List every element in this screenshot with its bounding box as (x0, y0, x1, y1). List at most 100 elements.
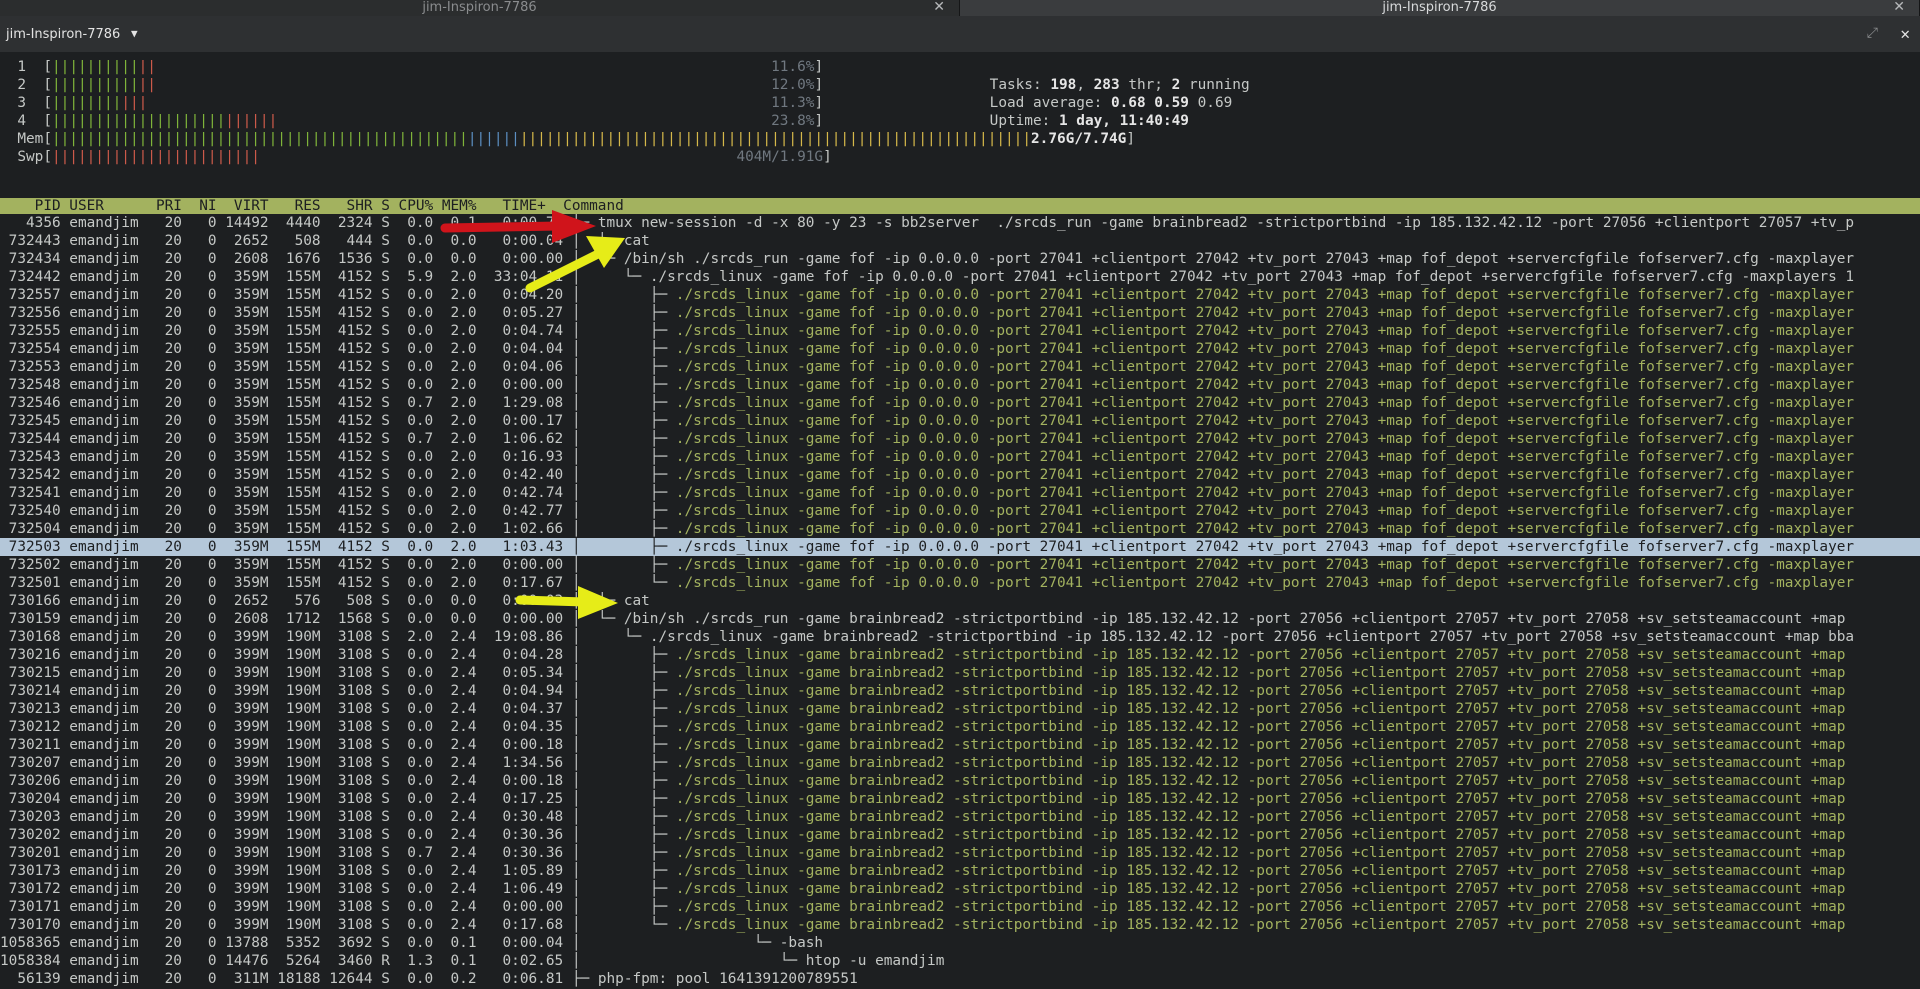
process-row[interactable]: 1058384 emandjim 20 0 14476 5264 3460 R … (0, 952, 1920, 970)
chevron-down-icon[interactable]: ▼ (131, 27, 138, 40)
process-row[interactable]: 732557 emandjim 20 0 359M 155M 4152 S 0.… (0, 286, 1920, 304)
close-tab-2-icon[interactable]: ✕ (1893, 0, 1905, 15)
process-row[interactable]: 730204 emandjim 20 0 399M 190M 3108 S 0.… (0, 790, 1920, 808)
process-fields: 730170 emandjim 20 0 399M 190M 3108 S 0.… (0, 917, 572, 933)
process-row[interactable]: 4356 emandjim 20 0 14492 4440 2324 S 0.0… (0, 214, 1920, 232)
process-row[interactable]: 730213 emandjim 20 0 399M 190M 3108 S 0.… (0, 700, 1920, 718)
process-row[interactable]: 730166 emandjim 20 0 2652 576 508 S 0.0 … (0, 592, 1920, 610)
process-row[interactable]: 732546 emandjim 20 0 359M 155M 4152 S 0.… (0, 394, 1920, 412)
process-command: ./srcds_linux -game brainbread2 -strictp… (675, 791, 1846, 807)
process-fields: 730201 emandjim 20 0 399M 190M 3108 S 0.… (0, 845, 572, 861)
process-command: ./srcds_linux -game fof -ip 0.0.0.0 -por… (675, 449, 1855, 465)
process-row[interactable]: 732540 emandjim 20 0 359M 155M 4152 S 0.… (0, 502, 1920, 520)
process-fields: 730202 emandjim 20 0 399M 190M 3108 S 0.… (0, 827, 572, 843)
process-fields: 730206 emandjim 20 0 399M 190M 3108 S 0.… (0, 773, 572, 789)
process-command: /bin/sh ./srcds_run -game fof -ip 0.0.0.… (623, 251, 1855, 267)
process-row[interactable]: 730201 emandjim 20 0 399M 190M 3108 S 0.… (0, 844, 1920, 862)
process-command: -bash (779, 935, 824, 951)
window-titlebar: jim-Inspiron-7786 ▼ ⤢ ✕ (0, 16, 1920, 52)
process-tree: ├─ (571, 971, 598, 987)
process-row[interactable]: 730202 emandjim 20 0 399M 190M 3108 S 0.… (0, 826, 1920, 844)
process-tree: │ └─ (571, 269, 650, 285)
process-fields: 730213 emandjim 20 0 399M 190M 3108 S 0.… (0, 701, 572, 717)
process-command: ./srcds_linux -game fof -ip 0.0.0.0 -por… (675, 305, 1855, 321)
process-row[interactable]: 730172 emandjim 20 0 399M 190M 3108 S 0.… (0, 880, 1920, 898)
process-command: ./srcds_linux -game brainbread2 -strictp… (675, 737, 1846, 753)
process-tree: │ └─ (571, 251, 624, 267)
window-title[interactable]: jim-Inspiron-7786 (6, 27, 120, 42)
process-command: tmux new-session -d -x 80 -y 23 -s bb2se… (597, 215, 1855, 231)
process-row[interactable]: 730215 emandjim 20 0 399M 190M 3108 S 0.… (0, 664, 1920, 682)
process-row[interactable]: 730168 emandjim 20 0 399M 190M 3108 S 2.… (0, 628, 1920, 646)
process-row[interactable]: 730171 emandjim 20 0 399M 190M 3108 S 0.… (0, 898, 1920, 916)
process-row[interactable]: 732501 emandjim 20 0 359M 155M 4152 S 0.… (0, 574, 1920, 592)
process-row[interactable]: 732503 emandjim 20 0 359M 155M 4152 S 0.… (0, 538, 1920, 556)
maximize-icon[interactable]: ⤢ (1867, 25, 1878, 41)
process-command: ./srcds_linux -game brainbread2 -strictp… (675, 899, 1846, 915)
process-tree: │ ├─ (571, 647, 676, 663)
close-tab-1-icon[interactable]: ✕ (933, 0, 945, 15)
process-tree: │ └─ (571, 917, 676, 933)
process-row[interactable]: 730211 emandjim 20 0 399M 190M 3108 S 0.… (0, 736, 1920, 754)
process-row[interactable]: 732502 emandjim 20 0 359M 155M 4152 S 0.… (0, 556, 1920, 574)
process-tree: │ ├─ (571, 413, 676, 429)
process-fields: 732546 emandjim 20 0 359M 155M 4152 S 0.… (0, 395, 572, 411)
process-command: ./srcds_linux -game fof -ip 0.0.0.0 -por… (675, 539, 1855, 555)
process-row[interactable]: 730170 emandjim 20 0 399M 190M 3108 S 0.… (0, 916, 1920, 934)
process-row[interactable]: 732553 emandjim 20 0 359M 155M 4152 S 0.… (0, 358, 1920, 376)
process-command: ./srcds_linux -game brainbread2 -strictp… (675, 665, 1846, 681)
process-row[interactable]: 732434 emandjim 20 0 2608 1676 1536 S 0.… (0, 250, 1920, 268)
process-command: ./srcds_linux -game fof -ip 0.0.0.0 -por… (675, 287, 1855, 303)
process-row[interactable]: 730212 emandjim 20 0 399M 190M 3108 S 0.… (0, 718, 1920, 736)
process-command: ./srcds_linux -game fof -ip 0.0.0.0 -por… (675, 323, 1855, 339)
process-row[interactable]: 732504 emandjim 20 0 359M 155M 4152 S 0.… (0, 520, 1920, 538)
process-row[interactable]: 732555 emandjim 20 0 359M 155M 4152 S 0.… (0, 322, 1920, 340)
tab-2[interactable]: jim-Inspiron-7786 ✕ (960, 0, 1920, 16)
process-tree: │ ├─ (571, 845, 676, 861)
process-row[interactable]: 730203 emandjim 20 0 399M 190M 3108 S 0.… (0, 808, 1920, 826)
process-fields: 732557 emandjim 20 0 359M 155M 4152 S 0.… (0, 287, 572, 303)
process-fields: 730211 emandjim 20 0 399M 190M 3108 S 0.… (0, 737, 572, 753)
process-row[interactable]: 732554 emandjim 20 0 359M 155M 4152 S 0.… (0, 340, 1920, 358)
process-command: ./srcds_linux -game brainbread2 -strictp… (675, 647, 1846, 663)
process-tree: │ ├─ (571, 503, 676, 519)
process-row[interactable]: 732544 emandjim 20 0 359M 155M 4152 S 0.… (0, 430, 1920, 448)
process-row[interactable]: 732548 emandjim 20 0 359M 155M 4152 S 0.… (0, 376, 1920, 394)
process-tree: │ └─ (571, 611, 624, 627)
terminal[interactable]: 1 [|||||||||||| 11.6%] 2 [|||||||||||| 1… (0, 52, 1920, 989)
process-command: ./srcds_linux -game fof -ip 0.0.0.0 -por… (675, 575, 1855, 591)
process-row[interactable]: 730159 emandjim 20 0 2608 1712 1568 S 0.… (0, 610, 1920, 628)
process-row[interactable]: 730214 emandjim 20 0 399M 190M 3108 S 0.… (0, 682, 1920, 700)
process-row[interactable]: 732545 emandjim 20 0 359M 155M 4152 S 0.… (0, 412, 1920, 430)
process-command: ./srcds_linux -game fof -ip 0.0.0.0 -por… (675, 521, 1855, 537)
process-command: ./srcds_linux -game brainbread2 -strictp… (675, 827, 1846, 843)
process-tree: │ ├─ (571, 539, 676, 555)
process-tree: │ ├─ (571, 377, 676, 393)
process-row[interactable]: 1058365 emandjim 20 0 13788 5352 3692 S … (0, 934, 1920, 952)
process-row[interactable]: 732541 emandjim 20 0 359M 155M 4152 S 0.… (0, 484, 1920, 502)
process-tree: │ ├─ (571, 287, 676, 303)
process-tree: │ ├─ (571, 665, 676, 681)
process-row[interactable]: 730173 emandjim 20 0 399M 190M 3108 S 0.… (0, 862, 1920, 880)
process-fields: 732540 emandjim 20 0 359M 155M 4152 S 0.… (0, 503, 572, 519)
tab-1-label: jim-Inspiron-7786 (422, 0, 537, 15)
process-row[interactable]: 730207 emandjim 20 0 399M 190M 3108 S 0.… (0, 754, 1920, 772)
process-row[interactable]: 732556 emandjim 20 0 359M 155M 4152 S 0.… (0, 304, 1920, 322)
column-header[interactable]: PID USER PRI NI VIRT RES SHR S CPU% MEM%… (0, 198, 1920, 214)
process-tree: │ ├─ (571, 809, 676, 825)
process-tree: │ ├─ (571, 521, 676, 537)
process-row[interactable]: 56139 emandjim 20 0 311M 18188 12644 S 0… (0, 970, 1920, 988)
process-row[interactable]: 732442 emandjim 20 0 359M 155M 4152 S 5.… (0, 268, 1920, 286)
process-row[interactable]: 732443 emandjim 20 0 2652 508 444 S 0.0 … (0, 232, 1920, 250)
close-window-icon[interactable]: ✕ (1900, 24, 1910, 43)
tab-1[interactable]: jim-Inspiron-7786 ✕ (0, 0, 960, 16)
process-row[interactable]: 730216 emandjim 20 0 399M 190M 3108 S 0.… (0, 646, 1920, 664)
process-tree: │ ├─ (571, 431, 676, 447)
load-average-line: Load average: 0.68 0.59 0.69 (989, 95, 1233, 111)
process-row[interactable]: 732542 emandjim 20 0 359M 155M 4152 S 0.… (0, 466, 1920, 484)
process-row[interactable]: 730206 emandjim 20 0 399M 190M 3108 S 0.… (0, 772, 1920, 790)
process-fields: 730166 emandjim 20 0 2652 576 508 S 0.0 … (0, 593, 572, 609)
process-fields: 732502 emandjim 20 0 359M 155M 4152 S 0.… (0, 557, 572, 573)
process-fields: 732504 emandjim 20 0 359M 155M 4152 S 0.… (0, 521, 572, 537)
process-row[interactable]: 732543 emandjim 20 0 359M 155M 4152 S 0.… (0, 448, 1920, 466)
